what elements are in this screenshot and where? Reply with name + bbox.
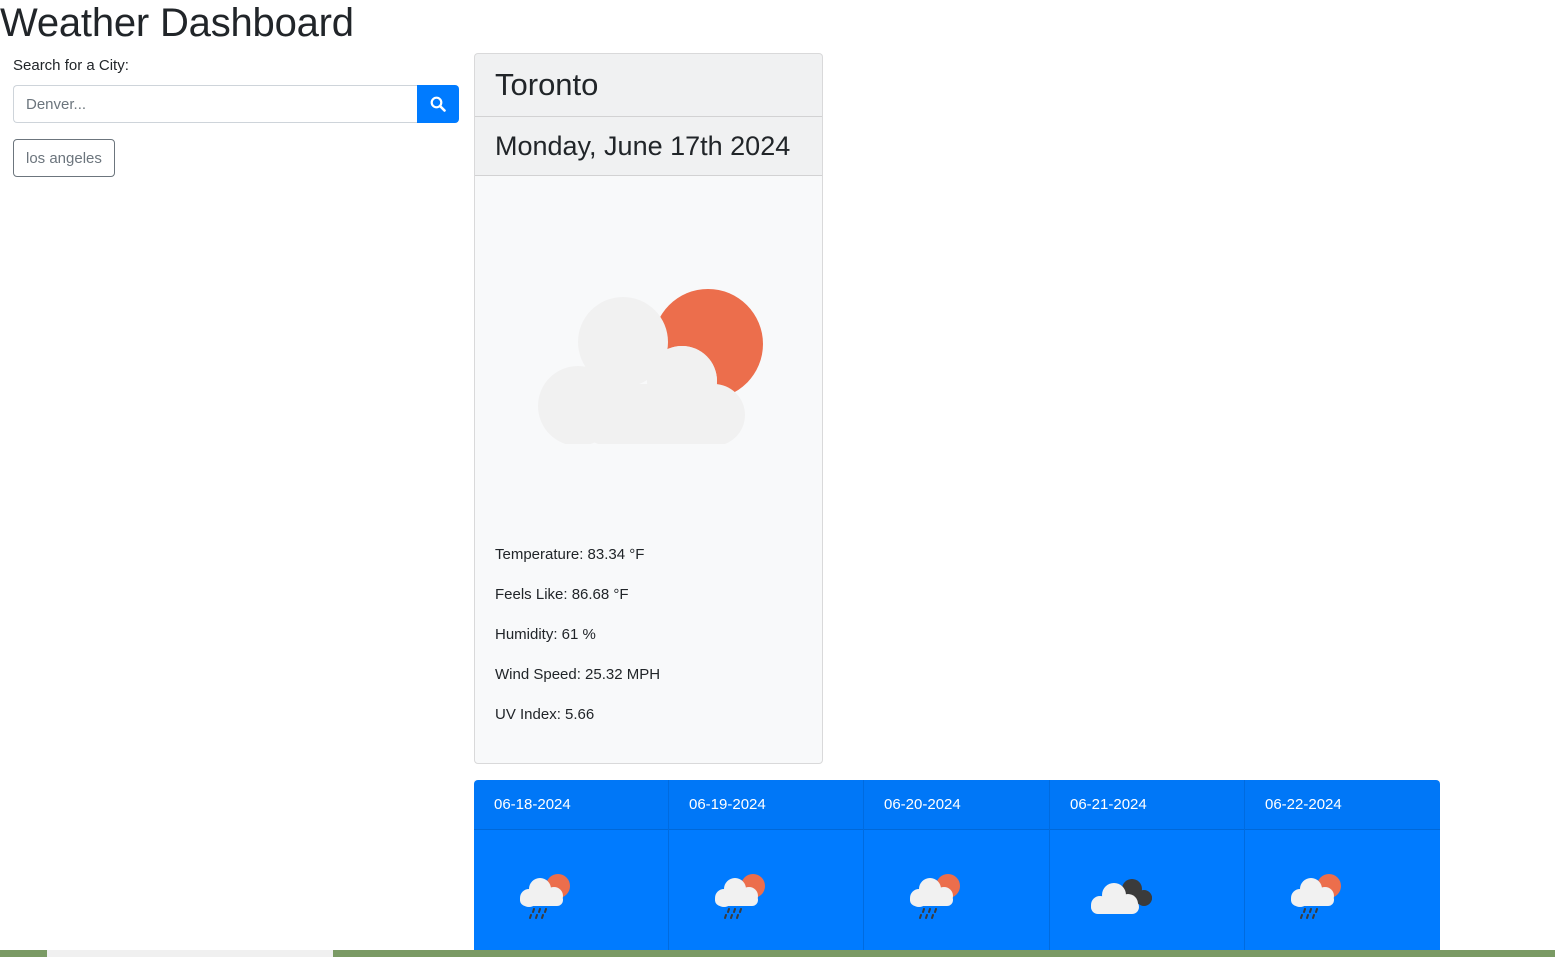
search-icon [430, 96, 446, 112]
forecast-date: 06-18-2024 [474, 780, 668, 830]
history-button-los-angeles[interactable]: los angeles [13, 139, 115, 177]
taskbar-window-thumbnail [47, 950, 333, 957]
wind-speed-text: Wind Speed: 25.32 MPH [495, 666, 661, 683]
forecast-card: 06-19-2024 [669, 780, 864, 957]
rain-with-sun-icon [715, 874, 765, 919]
forecast-date: 06-19-2024 [669, 780, 863, 830]
forecast-row: 06-18-2024 06-19-2024 06-20-2024 06-21-2… [474, 780, 1440, 957]
forecast-date: 06-22-2024 [1245, 780, 1440, 830]
search-group [13, 85, 459, 123]
humidity-text: Humidity: 61 % [495, 626, 596, 643]
forecast-card: 06-18-2024 [474, 780, 669, 957]
forecast-card: 06-22-2024 [1245, 780, 1440, 957]
page-title: Weather Dashboard [0, 1, 354, 45]
search-input[interactable] [13, 85, 417, 123]
rain-with-sun-icon [910, 874, 960, 919]
partly-cloudy-day-icon [538, 289, 763, 444]
forecast-date: 06-21-2024 [1050, 780, 1244, 830]
current-city: Toronto [475, 54, 822, 117]
forecast-date: 06-20-2024 [864, 780, 1049, 830]
search-button[interactable] [417, 85, 459, 123]
forecast-card: 06-20-2024 [864, 780, 1050, 957]
search-label: Search for a City: [13, 57, 129, 74]
dark-cloud-icon [1091, 879, 1152, 914]
current-weather-card: Toronto Monday, June 17th 2024 Temperatu… [474, 53, 823, 764]
uv-index-text: UV Index: 5.66 [495, 706, 595, 723]
feels-like-text: Feels Like: 86.68 °F [495, 586, 629, 603]
rain-with-sun-icon [520, 874, 570, 919]
forecast-card: 06-21-2024 [1050, 780, 1245, 957]
temperature-text: Temperature: 83.34 °F [495, 546, 645, 563]
rain-with-sun-icon [1291, 874, 1341, 919]
current-date: Monday, June 17th 2024 [475, 117, 822, 176]
